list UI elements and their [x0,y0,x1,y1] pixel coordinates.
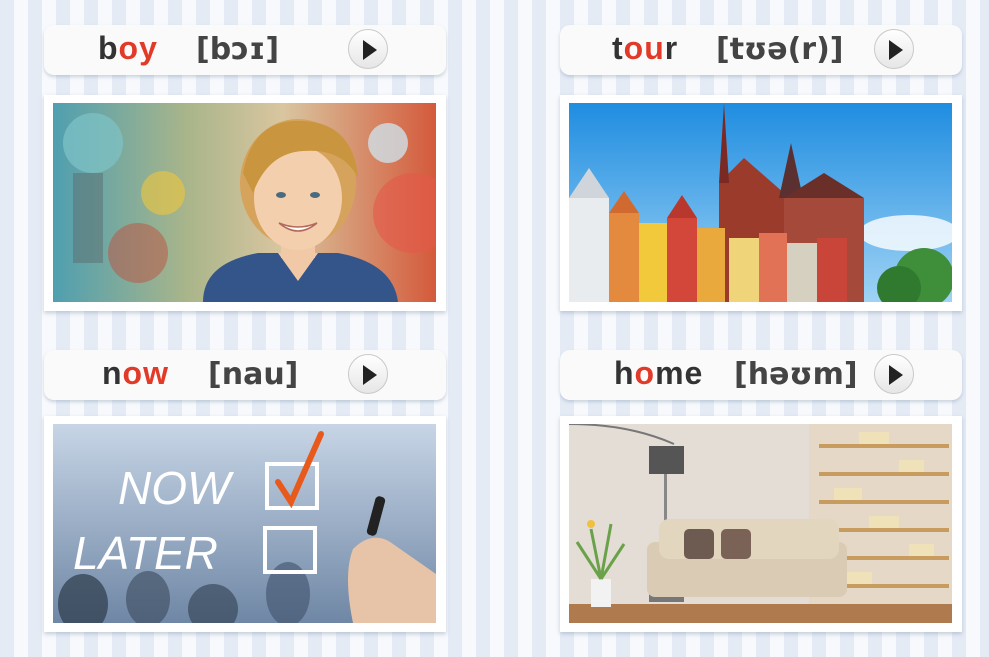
phonetic: [həʊm] [734,357,858,392]
word: boy [98,30,158,67]
play-button[interactable] [348,354,388,394]
image-frame [560,416,962,632]
word-part: n [102,355,123,391]
word-bar: home [həʊm] [560,350,962,400]
word-part-highlight: ou [623,30,665,66]
word-bar: boy [bɔɪ] [44,25,446,75]
word-part: h [614,355,635,391]
word-part: t [612,30,624,66]
play-icon [889,40,903,60]
home-photo [569,424,952,623]
phonetic: [tʊə(r)] [716,32,844,67]
later-label: LATER [73,527,218,579]
word: now [102,355,169,392]
word: tour [612,30,678,67]
play-button[interactable] [874,29,914,69]
word: home [614,355,703,392]
word-bar: tour [tʊə(r)] [560,25,962,75]
phonetic: [bɔɪ] [196,32,280,67]
play-icon [363,40,377,60]
now-later-photo: NOW LATER [53,424,436,623]
now-label: NOW [118,462,235,514]
play-icon [889,365,903,385]
word-part: r [664,30,679,66]
play-button[interactable] [874,354,914,394]
word-part: me [655,355,704,391]
phonetic: [nau] [208,357,299,392]
image-frame: NOW LATER [44,416,446,632]
word-part-highlight: o [634,355,656,391]
word-bar: now [nau] [44,350,446,400]
word-part-highlight: ow [122,355,169,391]
image-frame [560,95,962,311]
boy-photo [53,103,436,302]
play-button[interactable] [348,29,388,69]
play-icon [363,365,377,385]
word-part: b [98,30,119,66]
word-part-highlight: oy [118,30,158,66]
tour-photo [569,103,952,302]
image-frame [44,95,446,311]
